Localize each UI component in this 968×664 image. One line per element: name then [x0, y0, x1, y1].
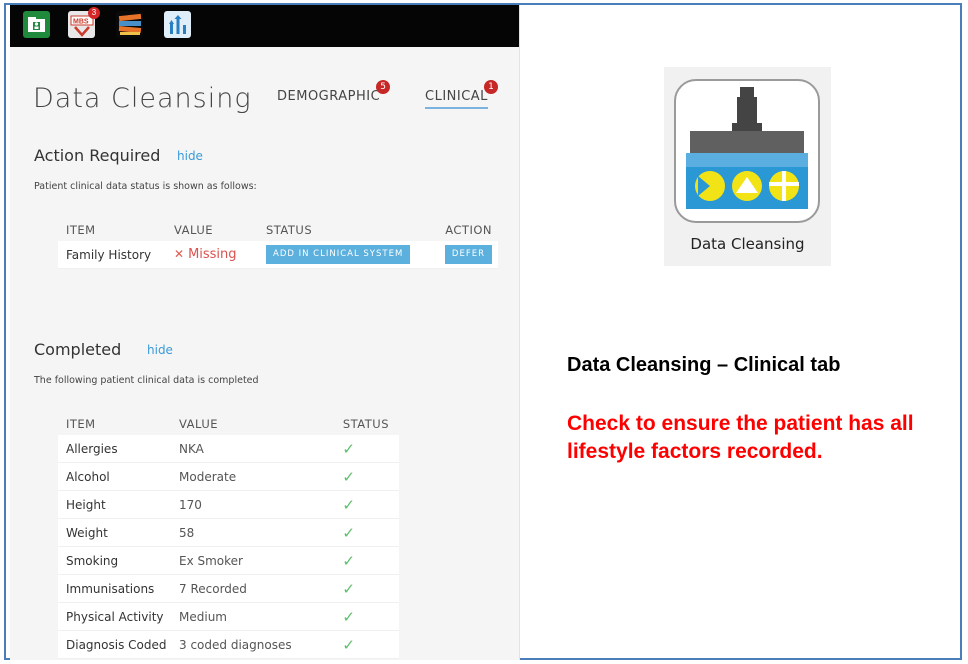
app-panel: MBS 3 Data Cleansing DEMOGRAPHIC 5 CLINI… — [10, 5, 520, 660]
table-header-row: ITEM VALUE STATUS — [58, 417, 399, 435]
item-cell: Smoking — [58, 546, 171, 575]
check-icon: ✓ — [342, 607, 355, 626]
add-in-clinical-system-button[interactable]: ADD IN CLINICAL SYSTEM — [266, 245, 411, 264]
table-row: Diagnosis Coded 3 coded diagnoses ✓ — [58, 630, 399, 659]
mbs-label: MBS — [73, 18, 89, 25]
value-cell: 7 Recorded — [171, 574, 329, 603]
item-cell: Family History — [58, 241, 166, 269]
status-cell: ADD IN CLINICAL SYSTEM — [258, 241, 424, 269]
action-required-table: ITEM VALUE STATUS ACTION Family History … — [58, 223, 498, 269]
item-cell: Immunisations — [58, 574, 171, 603]
column-header: ITEM — [66, 417, 96, 431]
data-cleansing-icon — [674, 79, 820, 223]
table-row: Immunisations 7 Recorded ✓ — [58, 574, 399, 603]
value-cell: Moderate — [171, 462, 329, 491]
table-row: Alcohol Moderate ✓ — [58, 462, 399, 491]
books-icon[interactable] — [116, 11, 143, 38]
missing-x-icon: ✕ — [174, 247, 185, 261]
value-cell: NKA — [171, 435, 329, 463]
tab-label: DEMOGRAPHIC — [277, 89, 381, 104]
status-cell: ✓ — [329, 490, 399, 519]
value-cell: Ex Smoker — [171, 546, 329, 575]
column-header: STATUS — [342, 417, 389, 431]
column-header: ACTION — [445, 223, 492, 237]
app-logo-card: Data Cleansing — [664, 67, 831, 266]
chart-arrows-icon[interactable] — [164, 11, 191, 38]
tab-clinical[interactable]: CLINICAL 1 — [425, 80, 498, 109]
table-row: Weight 58 ✓ — [58, 518, 399, 547]
value-cell: 3 coded diagnoses — [171, 630, 329, 659]
tab-label: CLINICAL — [425, 89, 488, 104]
contact-card-icon[interactable] — [23, 11, 50, 38]
check-icon: ✓ — [342, 579, 355, 598]
status-cell: ✓ — [329, 630, 399, 659]
section-note: Patient clinical data status is shown as… — [34, 181, 257, 192]
status-cell: ✓ — [329, 518, 399, 547]
tab-badge: 1 — [483, 80, 498, 94]
status-cell: ✓ — [329, 546, 399, 575]
column-header: VALUE — [174, 223, 214, 237]
item-cell: Height — [58, 490, 171, 519]
table-row: Smoking Ex Smoker ✓ — [58, 546, 399, 575]
check-icon: ✓ — [342, 495, 355, 514]
completed-title: Completed — [34, 340, 122, 359]
slide-heading: Data Cleansing – Clinical tab — [567, 354, 841, 376]
item-cell: Diagnosis Coded — [58, 630, 171, 659]
item-cell: Alcohol — [58, 462, 171, 491]
check-icon: ✓ — [342, 551, 355, 570]
section-note: The following patient clinical data is c… — [34, 375, 259, 386]
column-header: ITEM — [66, 223, 96, 237]
mbs-badge: 3 — [88, 7, 100, 19]
check-icon: ✓ — [342, 523, 355, 542]
table-row: Family History ✕ Missing ADD IN CLINICAL … — [58, 241, 498, 269]
table-header-row: ITEM VALUE STATUS ACTION — [58, 223, 498, 241]
completed-table: ITEM VALUE STATUS Allergies NKA ✓ Alcohol Mo… — [58, 417, 399, 659]
item-cell: Allergies — [58, 435, 171, 463]
tab-demographic[interactable]: DEMOGRAPHIC 5 — [277, 80, 391, 104]
value-cell: 58 — [171, 518, 329, 547]
table-row: Height 170 ✓ — [58, 490, 399, 519]
table-row: Allergies NKA ✓ — [58, 435, 399, 463]
check-icon: ✓ — [342, 439, 355, 458]
hide-link[interactable]: hide — [177, 149, 203, 163]
status-cell: ✓ — [329, 462, 399, 491]
check-icon: ✓ — [342, 467, 355, 486]
action-required-title: Action Required — [34, 146, 161, 165]
item-cell: Weight — [58, 518, 171, 547]
value-cell: 170 — [171, 490, 329, 519]
column-header: VALUE — [179, 417, 219, 431]
app-logo-label: Data Cleansing — [690, 235, 805, 253]
status-cell: ✓ — [329, 602, 399, 631]
status-cell: ✓ — [329, 574, 399, 603]
slide-instruction: Check to ensure the patient has all life… — [567, 412, 914, 463]
top-toolbar: MBS 3 — [10, 5, 519, 47]
page-title: Data Cleansing — [33, 83, 252, 114]
tab-badge: 5 — [376, 80, 391, 94]
mbs-icon[interactable]: MBS 3 — [68, 7, 100, 38]
defer-button[interactable]: DEFER — [444, 245, 492, 264]
action-cell: DEFER — [424, 241, 498, 269]
item-cell: Physical Activity — [58, 602, 171, 631]
value-cell: ✕ Missing — [166, 241, 258, 269]
value-cell: Medium — [171, 602, 329, 631]
column-header: STATUS — [266, 223, 313, 237]
missing-text: Missing — [188, 247, 237, 262]
hide-link[interactable]: hide — [147, 343, 173, 357]
check-icon: ✓ — [342, 635, 355, 654]
completed-table-body: Allergies NKA ✓ Alcohol Moderate ✓ Height 170 ✓ W… — [58, 435, 399, 659]
table-row: Physical Activity Medium ✓ — [58, 602, 399, 631]
status-cell: ✓ — [329, 435, 399, 463]
